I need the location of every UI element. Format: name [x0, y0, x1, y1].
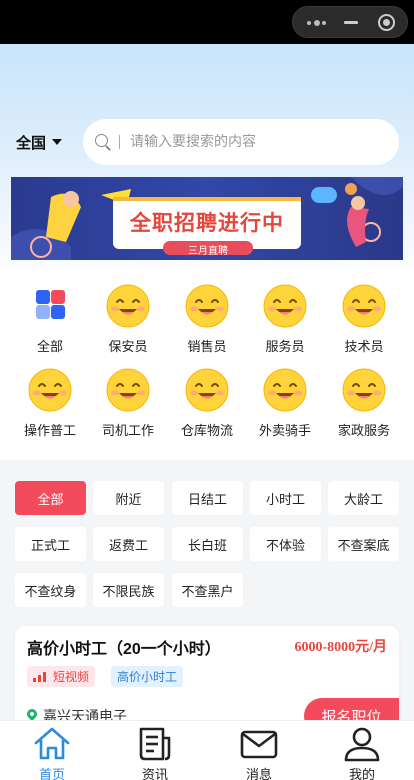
category-item-security[interactable]: 保安员: [89, 284, 167, 355]
category-label: 保安员: [108, 340, 148, 355]
search-input[interactable]: [130, 134, 370, 150]
filter-chip-no-physical[interactable]: 不体验: [250, 527, 321, 561]
news-icon: [135, 724, 175, 764]
smiley-icon: [342, 368, 386, 412]
job-tag-label: 短视频: [53, 670, 90, 684]
job-tag-video: 短视频: [27, 666, 96, 687]
mini-program-capsule: [292, 6, 408, 38]
job-title: 高价小时工（20一个小时）: [27, 641, 221, 658]
smiley-icon: [263, 368, 307, 412]
mail-icon: [239, 724, 279, 764]
category-label: 家政服务: [337, 424, 390, 439]
tab-label: 消息: [245, 768, 272, 780]
category-item-delivery-rider[interactable]: 外卖骑手: [246, 368, 324, 439]
filter-chip-nearby[interactable]: 附近: [93, 481, 164, 515]
category-item-all[interactable]: 全部: [11, 284, 89, 355]
minimize-icon[interactable]: [344, 21, 358, 24]
category-item-technician[interactable]: 技术员: [325, 284, 403, 355]
tab-profile[interactable]: 我的: [310, 721, 414, 780]
filter-chip-older-workers[interactable]: 大龄工: [328, 481, 399, 515]
user-icon: [342, 724, 382, 764]
filter-chip-all[interactable]: 全部: [15, 481, 86, 515]
category-item-logistics[interactable]: 仓库物流: [168, 368, 246, 439]
smiley-icon: [106, 284, 150, 328]
tab-news[interactable]: 资讯: [103, 721, 207, 780]
smiley-icon: [342, 284, 386, 328]
filter-chip-daily-pay[interactable]: 日结工: [172, 481, 243, 515]
category-item-general-worker[interactable]: 操作普工: [11, 368, 89, 439]
close-target-icon[interactable]: [378, 14, 395, 31]
job-salary: 6000-8000元/月: [294, 640, 387, 655]
smiley-icon: [185, 284, 229, 328]
smiley-icon: [185, 368, 229, 412]
filter-chip-no-tattoo-check[interactable]: 不查纹身: [15, 573, 86, 607]
filter-chip-group: 全部 附近 日结工 小时工 大龄工 正式工 返费工 长白班 不体验 不查案底 不…: [0, 470, 414, 618]
category-label: 外卖骑手: [258, 424, 311, 439]
bottom-tab-bar: 首页 资讯 消息 我的: [0, 720, 414, 780]
category-label: 全部: [36, 340, 63, 355]
filter-chip-no-record-check[interactable]: 不查案底: [328, 527, 399, 561]
banner-headline: 全职招聘进行中: [130, 211, 284, 235]
tab-label: 资讯: [141, 768, 168, 780]
filter-chip-day-shift[interactable]: 长白班: [172, 527, 243, 561]
category-label: 司机工作: [101, 424, 154, 439]
job-tag-hourly: 高价小时工: [111, 666, 184, 687]
category-item-housekeeping[interactable]: 家政服务: [325, 368, 403, 439]
smiley-icon: [106, 368, 150, 412]
tab-home[interactable]: 首页: [0, 721, 104, 780]
more-dots-icon[interactable]: [307, 20, 327, 26]
tab-messages[interactable]: 消息: [207, 721, 311, 780]
category-label: 仓库物流: [180, 424, 233, 439]
filter-chip-hourly[interactable]: 小时工: [250, 481, 321, 515]
search-icon: [95, 134, 111, 150]
recruit-banner[interactable]: 全职招聘进行中 三月直聘: [11, 177, 403, 260]
caret-down-icon: [52, 139, 63, 145]
filter-chip-any-ethnicity[interactable]: 不限民族: [93, 573, 164, 607]
home-icon: [32, 724, 72, 764]
region-selector[interactable]: 全国: [16, 131, 63, 153]
grid-icon: [28, 284, 72, 328]
smiley-icon: [263, 284, 307, 328]
signal-bars-icon: [33, 671, 49, 682]
search-divider: [119, 135, 120, 149]
category-item-waiter[interactable]: 服务员: [246, 284, 324, 355]
filter-chip-no-hukou-check[interactable]: 不查黑户: [172, 573, 243, 607]
banner-subline: 三月直聘: [188, 246, 228, 257]
category-label: 技术员: [344, 340, 384, 355]
category-item-driver[interactable]: 司机工作: [89, 368, 167, 439]
category-label: 操作普工: [23, 424, 76, 439]
tab-label: 首页: [38, 768, 65, 780]
region-label: 全国: [16, 133, 47, 152]
category-item-sales[interactable]: 销售员: [168, 284, 246, 355]
category-label: 销售员: [187, 340, 227, 355]
category-grid: 全部 保安员 销售员 服务员 技术员 操作普工 司机工作 仓库物流 外卖骑手 家…: [0, 270, 414, 460]
tab-label: 我的: [348, 768, 375, 780]
smiley-icon: [28, 368, 72, 412]
filter-chip-rebate[interactable]: 返费工: [93, 527, 164, 561]
status-bar: [0, 0, 414, 44]
search-bar[interactable]: [83, 119, 399, 165]
category-label: 服务员: [265, 340, 305, 355]
filter-chip-full-time[interactable]: 正式工: [15, 527, 86, 561]
